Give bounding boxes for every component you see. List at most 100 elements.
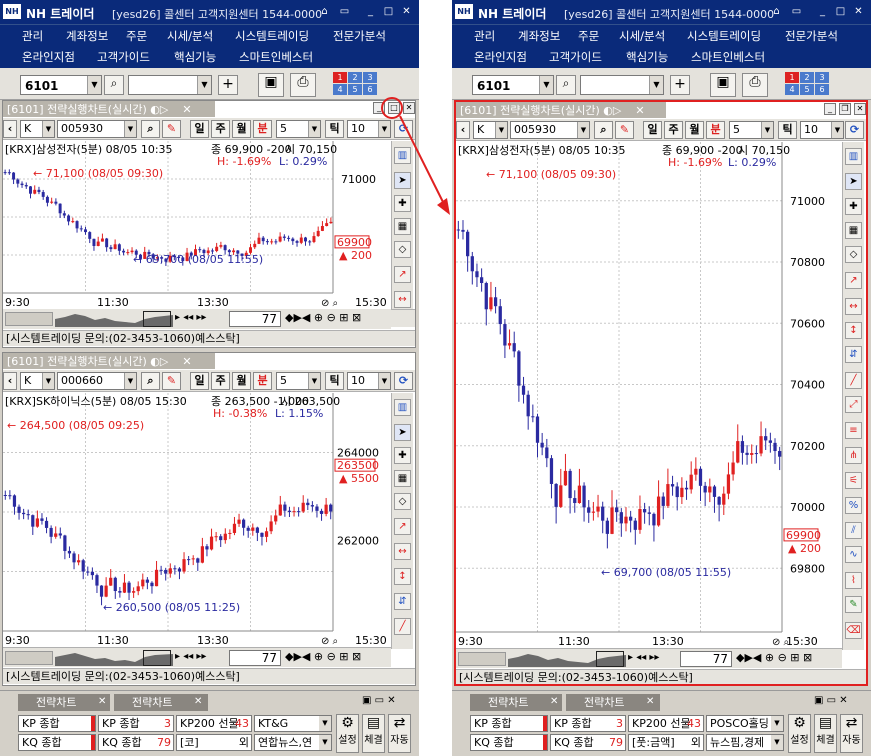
window-icons[interactable]: ▣ ▭ ✕ (814, 695, 848, 706)
line-tool-icon[interactable]: ╱ (394, 618, 411, 635)
menu-core[interactable]: 핵심기능 (626, 49, 668, 65)
settings-button[interactable]: ⚙ 설정 (788, 714, 811, 753)
tick-count-select[interactable]: 10 ▼ (347, 372, 391, 390)
close-icon[interactable]: ✕ (182, 355, 191, 368)
ticker-stock[interactable]: KT&G ▼ (254, 715, 332, 732)
close-icon[interactable]: ✕ (646, 696, 654, 707)
ticker-kq-1[interactable]: KQ 종합 (470, 734, 548, 751)
tool-icon[interactable]: ✎ (162, 120, 181, 138)
auto-button[interactable]: ⇄ 자동 (840, 714, 863, 753)
monitor-icon[interactable]: ▭ (336, 4, 353, 19)
grid-button-2[interactable]: 2 (348, 72, 362, 83)
interval-select[interactable]: 5 ▼ (276, 372, 321, 390)
nav-play-icon[interactable]: ▸ ◂◂ ▸▸ (628, 652, 659, 663)
fibo-tool-icon[interactable]: ⇵ (845, 346, 862, 363)
grid-button-3[interactable]: 3 (815, 72, 829, 83)
search-icon[interactable]: ⌕ (556, 75, 576, 95)
scroll-thumb[interactable] (5, 651, 53, 665)
strategy-tab-1[interactable]: 전략차트 (470, 694, 562, 711)
period-minute-button[interactable]: 분 (253, 120, 272, 138)
sync-icon[interactable]: ⟳ (394, 372, 413, 390)
grid-button-6[interactable]: 6 (815, 84, 829, 95)
grid-button-1[interactable]: 1 (785, 72, 799, 83)
ticker-option[interactable]: [풋:금액] 외 (628, 734, 704, 751)
period-day-button[interactable]: 일 (190, 120, 209, 138)
maximize-icon[interactable]: □ (388, 102, 400, 114)
scroll-range-box[interactable] (596, 651, 624, 667)
shape-tool-icon[interactable]: ◇ (394, 241, 411, 258)
add-button[interactable]: + (670, 75, 690, 95)
hline-tool-icon[interactable]: ↔ (845, 298, 862, 315)
period-week-button[interactable]: 주 (664, 121, 683, 139)
menu-account[interactable]: 계좌정보 (66, 28, 108, 44)
tick-count-select[interactable]: 10 ▼ (347, 120, 391, 138)
arrow-tool-icon[interactable]: ⤢ (845, 396, 862, 413)
stock-code-select[interactable]: 005930 ▼ (510, 121, 590, 139)
close-icon[interactable]: ✕ (550, 696, 558, 707)
screen-search-combo[interactable]: ▼ (128, 75, 212, 95)
scroll-left-icon[interactable]: ‹ (3, 372, 17, 390)
market-select[interactable]: K ▼ (20, 120, 55, 138)
home-icon[interactable]: ⌂ (768, 4, 785, 19)
ratio-tool-icon[interactable]: % (845, 497, 862, 514)
menu-order[interactable]: 주문 (578, 28, 599, 44)
period-tick-button[interactable]: 틱 (325, 120, 344, 138)
nav-play-icon[interactable]: ▸ ◂◂ ▸▸ (175, 312, 206, 323)
indicator-icon[interactable]: ▥ (394, 147, 411, 164)
stock-code-select[interactable]: 000660 ▼ (57, 372, 137, 390)
search-icon[interactable]: ⌕ (594, 121, 613, 139)
chevron-down-icon[interactable]: ▼ (197, 76, 211, 94)
ticker-news[interactable]: 연합뉴스,연 ▼ (254, 734, 332, 751)
grid-button-2[interactable]: 2 (800, 72, 814, 83)
link-icon[interactable]: ◐▷ (150, 355, 168, 368)
period-week-button[interactable]: 주 (211, 372, 230, 390)
close-button[interactable]: ✕ (850, 4, 867, 19)
menu-systrading[interactable]: 시스템트레이딩 (687, 28, 761, 44)
search-icon[interactable]: ⌕ (141, 120, 160, 138)
zigzag-tool-icon[interactable]: ⌇ (845, 572, 862, 589)
zoom-icons[interactable]: ◆▶◀ ⊕ ⊖ ⊞ ⊠ (736, 651, 812, 664)
crosshair-icon[interactable]: ✚ (394, 195, 411, 212)
menu-manage[interactable]: 관리 (474, 28, 495, 44)
wave-tool-icon[interactable]: ∿ (845, 546, 862, 563)
minimize-button[interactable]: _ (362, 4, 379, 19)
grid-tool-icon[interactable]: ▦ (845, 222, 862, 239)
ticker-kp-1[interactable]: KP 종합 (470, 715, 548, 732)
shape-tool-icon[interactable]: ◇ (394, 493, 411, 510)
period-day-button[interactable]: 일 (643, 121, 662, 139)
screen-number-combo[interactable]: 6101 ▼ (472, 75, 554, 95)
menu-online[interactable]: 온라인지점 (474, 49, 527, 65)
interval-select[interactable]: 5 ▼ (729, 121, 774, 139)
menu-expert[interactable]: 전문가분석 (333, 28, 386, 44)
pencil-icon[interactable]: ✎ (845, 596, 862, 613)
menu-core[interactable]: 핵심기능 (174, 49, 216, 65)
home-icon[interactable]: ⌂ (316, 4, 333, 19)
link-icon[interactable]: ◐▷ (150, 103, 168, 116)
period-week-button[interactable]: 주 (211, 120, 230, 138)
vline-tool-icon[interactable]: ↕ (394, 568, 411, 585)
scroll-thumb[interactable] (458, 652, 506, 666)
close-button[interactable]: ✕ (398, 4, 415, 19)
minimize-icon[interactable]: _ (824, 103, 836, 115)
strategy-tab-1[interactable]: 전략차트 (18, 694, 110, 711)
vline-tool-icon[interactable]: ↕ (845, 322, 862, 339)
ticker-option[interactable]: [코] 외 (176, 734, 252, 751)
eraser-icon[interactable]: ⌫ (845, 622, 862, 639)
gann-tool-icon[interactable]: ⋔ (845, 447, 862, 464)
grid-button-1[interactable]: 1 (333, 72, 347, 83)
close-icon[interactable]: ✕ (854, 103, 866, 115)
execution-button[interactable]: ▤ 체결 (362, 714, 385, 753)
period-minute-button[interactable]: 분 (253, 372, 272, 390)
window-icons[interactable]: ▣ ▭ ✕ (362, 695, 396, 706)
menu-guide[interactable]: 고객가이드 (549, 49, 602, 65)
stock-code-select[interactable]: 005930 ▼ (57, 120, 137, 138)
trend-tool-icon[interactable]: ↗ (845, 272, 862, 289)
monitor-icon[interactable]: ▭ (788, 4, 805, 19)
menu-quotes[interactable]: 시세/분석 (167, 28, 213, 44)
ticker-kq-2[interactable]: KQ 종합 79 (98, 734, 174, 751)
link-icon[interactable]: ◐▷ (603, 104, 621, 117)
trend-tool-icon[interactable]: ↗ (394, 266, 411, 283)
trend-tool-icon[interactable]: ↗ (394, 518, 411, 535)
camera-icon[interactable]: ▣ (258, 73, 284, 97)
period-day-button[interactable]: 일 (190, 372, 209, 390)
